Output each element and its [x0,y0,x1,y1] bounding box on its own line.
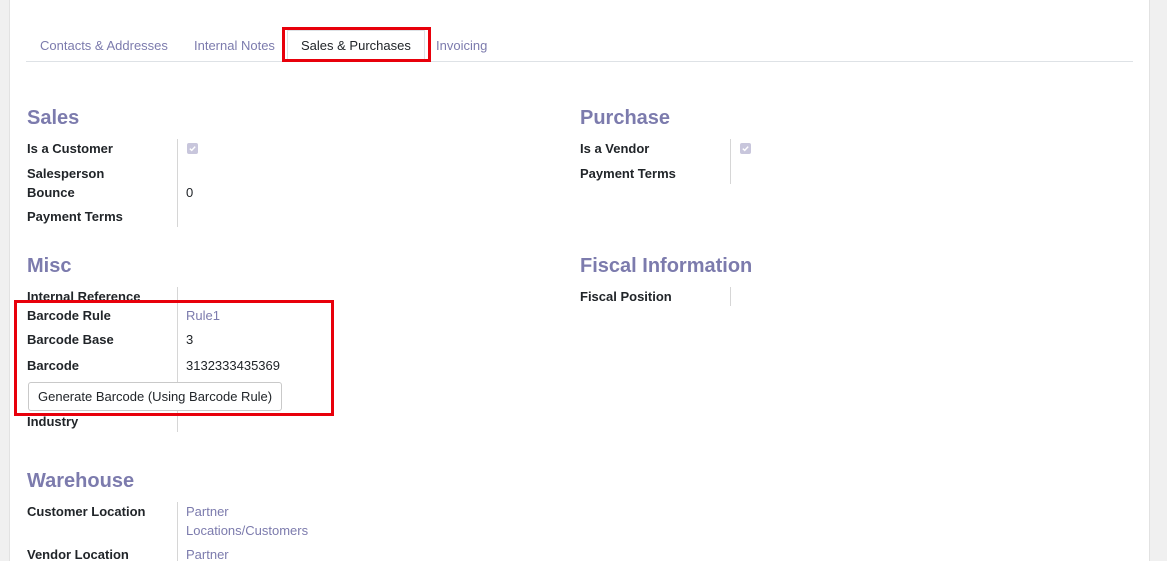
check-icon [742,146,749,152]
check-icon [189,146,196,152]
generate-barcode-button[interactable]: Generate Barcode (Using Barcode Rule) [28,382,283,411]
purchase-payment-terms-label: Payment Terms [580,166,676,181]
barcode-label: Barcode [27,358,80,373]
fiscal-divider [730,287,731,306]
bounce-label: Bounce [27,185,75,200]
customer-location-link-line1[interactable]: Partner [186,504,229,519]
customer-location-link-line2[interactable]: Locations/Customers [186,523,308,538]
is-customer-label: Is a Customer [27,141,113,156]
barcode-value[interactable]: 3132333435369 [186,358,280,373]
is-vendor-checkbox[interactable] [740,143,751,154]
tab-invoicing[interactable]: Invoicing [436,30,487,61]
warehouse-divider [177,502,178,561]
bounce-value[interactable]: 0 [186,185,193,200]
sheet-left-edge [0,0,10,561]
barcode-rule-link[interactable]: Rule1 [186,308,220,323]
tab-contacts-addresses[interactable]: Contacts & Addresses [40,30,168,61]
customer-location-label: Customer Location [27,504,146,519]
vendor-location-label: Vendor Location [27,547,129,562]
sales-section-title: Sales [27,107,80,129]
vendor-location-link[interactable]: Partner [186,547,229,562]
notebook-tabs: Contacts & Addresses Internal Notes Sale… [26,30,1133,62]
is-vendor-label: Is a Vendor [580,141,650,156]
industry-label: Industry [27,414,79,429]
fiscal-position-label: Fiscal Position [580,289,672,304]
is-customer-checkbox[interactable] [187,143,198,154]
tab-sales-purchases[interactable]: Sales & Purchases [287,30,425,61]
sales-payment-terms-label: Payment Terms [27,209,123,224]
tab-internal-notes[interactable]: Internal Notes [194,30,275,61]
purchase-divider [730,139,731,184]
sales-divider [177,139,178,227]
fiscal-section-title: Fiscal Information [580,255,753,277]
sheet-right-edge [1149,0,1167,561]
salesperson-label: Salesperson [27,166,105,181]
purchase-section-title: Purchase [580,107,671,129]
warehouse-section-title: Warehouse [27,470,135,492]
barcode-rule-label: Barcode Rule [27,308,111,323]
barcode-base-value[interactable]: 3 [186,332,193,347]
internal-reference-label: Internal Reference [27,289,141,304]
misc-section-title: Misc [27,255,72,277]
barcode-base-label: Barcode Base [27,332,114,347]
